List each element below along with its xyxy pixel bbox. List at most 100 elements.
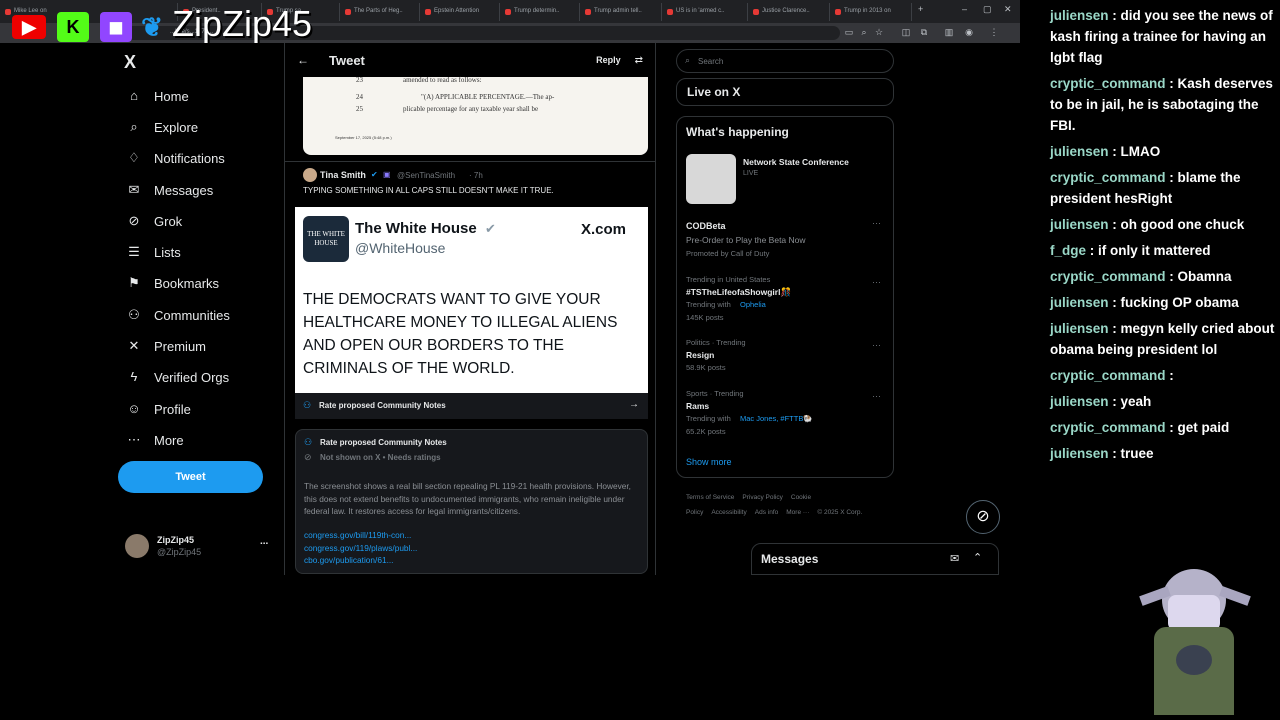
live-box[interactable]: Live on X bbox=[676, 78, 894, 106]
chat-username[interactable]: cryptic_command bbox=[1050, 420, 1166, 435]
show-more-link[interactable]: Show more bbox=[686, 457, 732, 467]
whats-happening-title: What's happening bbox=[686, 125, 789, 139]
browser-tab[interactable]: Justice Clarence.. bbox=[750, 3, 830, 21]
arrow-right-icon[interactable]: → bbox=[629, 399, 639, 410]
new-message-icon[interactable]: ✉ bbox=[950, 552, 959, 565]
chat-message: cryptic_command : get paid bbox=[1050, 417, 1278, 438]
note-title: Rate proposed Community Notes bbox=[320, 438, 447, 447]
vtuber-avatar bbox=[1139, 565, 1251, 715]
sidebar-item-bookmarks[interactable]: ⚑ Bookmarks bbox=[126, 272, 219, 294]
sidebar-item-lists[interactable]: ☰ Lists bbox=[126, 241, 181, 263]
chat-username[interactable]: juliensen bbox=[1050, 217, 1109, 232]
sidebar-item-communities[interactable]: ⚇ Communities bbox=[126, 304, 230, 326]
reply-button[interactable]: Reply bbox=[596, 55, 621, 65]
star-icon[interactable]: ☆ bbox=[873, 26, 885, 38]
chat-username[interactable]: cryptic_command bbox=[1050, 170, 1166, 185]
sidebar-icon[interactable]: ▥ bbox=[943, 26, 955, 38]
embed-handle: @WhiteHouse bbox=[355, 240, 446, 256]
trend-with-link[interactable]: Mac Jones, #FTTB🐏 bbox=[740, 414, 813, 423]
trend-name[interactable]: #TSTheLifeofaShowgirl🎊 bbox=[686, 287, 791, 298]
sidebar-item-grok[interactable]: ⊘ Grok bbox=[126, 210, 183, 232]
home-icon: ⌂ bbox=[130, 88, 138, 103]
conference-title[interactable]: Network State Conference bbox=[743, 157, 849, 167]
account-switcher[interactable]: ZipZip45 @ZipZip45 ... bbox=[125, 534, 275, 560]
x-logo-icon[interactable]: X bbox=[124, 52, 136, 73]
trend-name[interactable]: Rams bbox=[686, 401, 709, 411]
sidebar-item-label: Lists bbox=[154, 244, 181, 260]
promo-title[interactable]: CODBeta bbox=[686, 221, 726, 231]
browser-tab[interactable]: US is in 'armed c.. bbox=[664, 3, 748, 21]
footer-link[interactable]: Accessibility bbox=[711, 509, 746, 516]
chat-username[interactable]: cryptic_command bbox=[1050, 76, 1166, 91]
sidebar-item-explore[interactable]: ⌕ Explore bbox=[126, 116, 198, 138]
rate-notes-bar[interactable]: Rate proposed Community Notes bbox=[295, 393, 648, 419]
close-icon[interactable]: ✕ bbox=[1004, 4, 1012, 15]
chat-username[interactable]: juliensen bbox=[1050, 446, 1109, 461]
collapse-icon[interactable]: ⌃ bbox=[973, 551, 982, 564]
chat-username[interactable]: cryptic_command bbox=[1050, 269, 1166, 284]
footer-link[interactable]: Terms of Service bbox=[686, 494, 734, 501]
footer-link[interactable]: © 2025 X Corp. bbox=[817, 509, 862, 516]
chat-username[interactable]: f_dge bbox=[1050, 243, 1086, 258]
sidebar-item-verified-orgs[interactable]: ϟ Verified Orgs bbox=[126, 366, 230, 388]
tweet-time[interactable]: · 7h bbox=[469, 171, 483, 180]
browser-tab[interactable]: Trump in 2013 on bbox=[832, 3, 912, 21]
menu-dots-icon[interactable]: ⋮ bbox=[988, 26, 1000, 38]
sidebar-item-home[interactable]: ⌂ Home bbox=[126, 85, 189, 107]
browser-tab[interactable]: Trump admin tell.. bbox=[582, 3, 662, 21]
quoted-image[interactable]: THE WHITE HOUSE The White House ✔ @White… bbox=[295, 207, 648, 393]
browser-tab[interactable]: Trump determin.. bbox=[502, 3, 580, 21]
sidebar-item-messages[interactable]: ✉ Messages bbox=[126, 179, 214, 201]
browser-tab[interactable]: Epstein Attention bbox=[422, 3, 500, 21]
embed-name: The White House bbox=[355, 220, 477, 237]
footer-link[interactable]: Privacy Policy bbox=[742, 494, 782, 501]
tweet-button[interactable]: Tweet bbox=[118, 461, 263, 493]
chat-username[interactable]: cryptic_command bbox=[1050, 368, 1166, 383]
more-dots-icon[interactable]: ··· bbox=[872, 218, 881, 228]
more-dots-icon[interactable]: ··· bbox=[872, 391, 881, 401]
browser-tab[interactable]: The Parts of Heg.. bbox=[342, 3, 420, 21]
messages-drawer[interactable]: Messages ✉ ⌃ bbox=[751, 543, 999, 575]
grok-icon[interactable]: ⊘ bbox=[966, 500, 1000, 534]
sidebar-item-premium[interactable]: ✕ Premium bbox=[126, 335, 206, 357]
chat-separator: : bbox=[1165, 170, 1178, 185]
note-source-link[interactable]: cbo.gov/publication/61... bbox=[304, 555, 393, 565]
trend-with-label: Trending with bbox=[686, 300, 731, 309]
note-source-link[interactable]: congress.gov/bill/119th-con... bbox=[304, 530, 411, 540]
search-input[interactable]: Search bbox=[698, 57, 723, 66]
trend-name[interactable]: Resign bbox=[686, 350, 714, 360]
extension-icon[interactable]: ◫ bbox=[900, 26, 912, 38]
chat-username[interactable]: juliensen bbox=[1050, 394, 1109, 409]
note-status: Not shown on X • Needs ratings bbox=[320, 453, 441, 462]
sidebar-item-more[interactable]: ⋯ More bbox=[126, 429, 184, 451]
tweet-author-handle[interactable]: @SenTinaSmith bbox=[397, 171, 455, 180]
chat-message: juliensen : fucking OP obama bbox=[1050, 292, 1278, 313]
minimize-icon[interactable]: – bbox=[962, 4, 967, 14]
embed-site: X.com bbox=[581, 221, 627, 238]
footer-link[interactable]: Ads info bbox=[755, 509, 779, 516]
chat-username[interactable]: juliensen bbox=[1050, 8, 1109, 23]
sidebar-item-profile[interactable]: ☺ Profile bbox=[126, 398, 191, 420]
back-arrow-icon[interactable]: ← bbox=[297, 53, 309, 67]
conference-thumbnail[interactable] bbox=[686, 154, 736, 204]
new-tab-button[interactable]: + bbox=[918, 4, 923, 14]
zoom-icon[interactable]: ⌕ bbox=[858, 26, 870, 38]
account-more-icon[interactable]: ... bbox=[260, 536, 268, 547]
note-source-link[interactable]: congress.gov/119/plaws/publ... bbox=[304, 543, 417, 553]
avatar[interactable] bbox=[303, 168, 317, 182]
search-box[interactable]: ⌕ Search bbox=[676, 49, 894, 73]
trend-with-link[interactable]: Ophelia bbox=[740, 300, 766, 309]
sidebar-item-notifications[interactable]: ♢ Notifications bbox=[126, 147, 225, 169]
profile-icon[interactable]: ◉ bbox=[963, 26, 975, 38]
restore-icon[interactable]: ▢ bbox=[983, 4, 992, 15]
settings-sliders-icon[interactable]: ⇄ bbox=[635, 55, 643, 66]
extensions-puzzle-icon[interactable]: ⧉ bbox=[918, 26, 930, 38]
chat-username[interactable]: juliensen bbox=[1050, 321, 1109, 336]
chat-username[interactable]: juliensen bbox=[1050, 144, 1109, 159]
more-dots-icon[interactable]: ··· bbox=[872, 340, 881, 350]
cast-icon[interactable]: ▭ bbox=[843, 26, 855, 38]
tweet-author-name[interactable]: Tina Smith bbox=[320, 170, 366, 180]
footer-link[interactable]: More ··· bbox=[786, 509, 809, 516]
chat-username[interactable]: juliensen bbox=[1050, 295, 1109, 310]
more-dots-icon[interactable]: ··· bbox=[872, 277, 881, 287]
